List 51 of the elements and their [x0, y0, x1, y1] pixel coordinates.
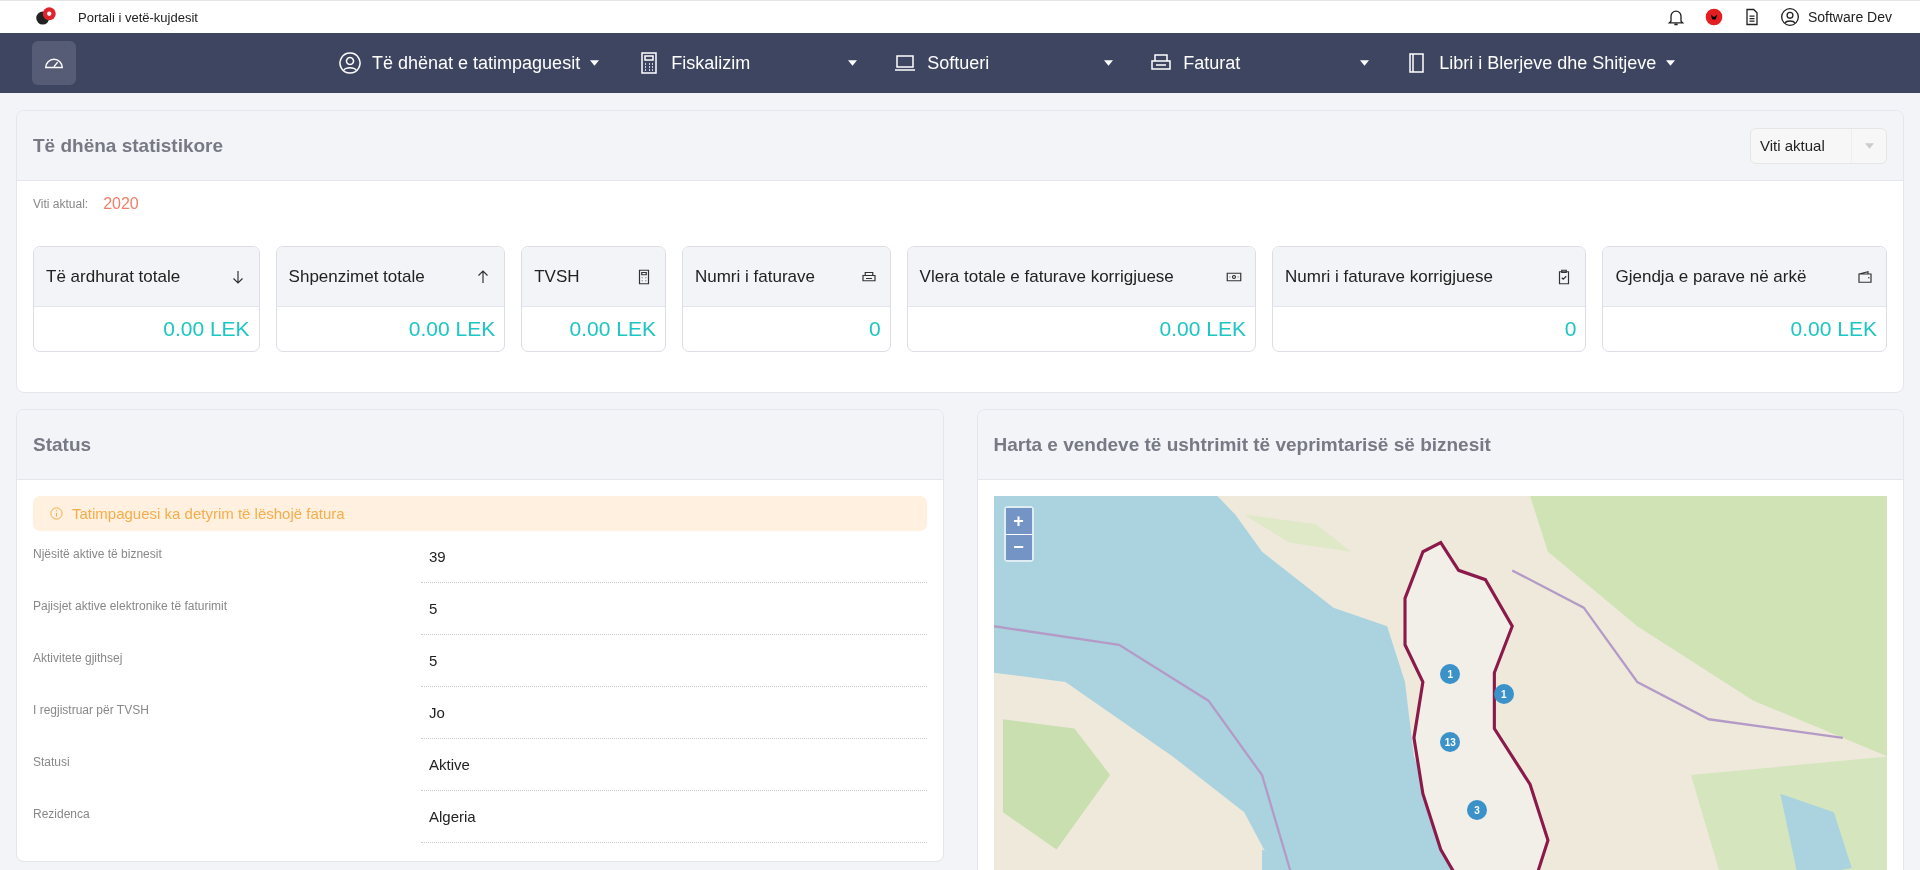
stat-value: 0.00 LEK	[1158, 316, 1247, 342]
flag-icon[interactable]	[1703, 7, 1724, 27]
year-label: Viti aktual:	[33, 196, 89, 211]
nav-menu[interactable]: Faturat	[1149, 51, 1370, 75]
stat-value: 0.00 LEK	[568, 316, 657, 342]
field-label: Njësitë aktive të biznesit	[33, 547, 163, 563]
info-icon	[49, 506, 64, 521]
field-value: 5	[421, 635, 927, 687]
caret-icon	[590, 60, 600, 66]
nav-menu[interactable]: Të dhënat e tatimpaguesit	[338, 51, 600, 75]
field-label: Pajisjet aktive elektronike të faturimit	[33, 599, 229, 615]
card-title: Harta e vendeve të ushtrimit të veprimtarisë së biznesit	[993, 433, 1491, 456]
year-value: 2020	[103, 194, 139, 213]
stat-value: 0.00 LEK	[162, 316, 251, 342]
nav-menu[interactable]: Fiskalizim	[637, 51, 858, 75]
stat-label: Gjendja e parave në arkë	[1615, 266, 1807, 287]
stat-value: 0.00 LEK	[1789, 316, 1878, 342]
field-label: I regjistruar për TVSH	[33, 703, 150, 719]
nav-menu[interactable]: Libri i Blerjeve dhe Shitjeve	[1405, 51, 1676, 75]
caret-icon	[1104, 60, 1114, 66]
user-menu[interactable]: Software Dev	[1779, 7, 1892, 27]
stat-label: Numri i faturave korrigjuese	[1285, 266, 1493, 287]
caret-icon	[1666, 60, 1676, 66]
field-label: Statusi	[33, 755, 71, 771]
stat-value: 0	[867, 316, 882, 342]
caret-icon	[1864, 142, 1874, 149]
caret-icon	[1360, 60, 1370, 66]
stat-label: Vlera totale e faturave korrigjuese	[919, 266, 1174, 287]
portal-title: Portali i vetë-kujdesit	[78, 9, 198, 25]
card-title: Status	[33, 433, 92, 456]
year-select[interactable]: Viti aktual	[1750, 127, 1887, 164]
stat-label: Të ardhurat totale	[46, 266, 181, 287]
card-title: Të dhëna statistikore	[33, 134, 224, 157]
field-value: 5	[421, 583, 927, 635]
nav-menu[interactable]: Softueri	[893, 51, 1114, 75]
stat-label: Numri i faturave	[694, 266, 815, 287]
field-label: Aktivitete gjithsej	[33, 651, 124, 667]
field-value: Jo	[421, 687, 927, 739]
stat-value: 0.00 LEK	[407, 316, 497, 342]
field-value: 39	[421, 531, 927, 583]
field-value: Algeria	[421, 791, 927, 843]
field-label: Rezidenca	[33, 807, 91, 823]
person-icon	[1779, 7, 1800, 27]
caret-icon	[848, 60, 858, 66]
person-icon	[338, 51, 362, 75]
stat-value: 0	[1563, 316, 1578, 342]
stat-label: Shpenzimet totale	[288, 266, 425, 287]
dashboard-button[interactable]	[32, 41, 76, 85]
field-value: Aktive	[421, 739, 927, 791]
alert-text: Tatimpaguesi ka detyrim të lëshojë fatura	[72, 505, 345, 522]
stat-label: TVSH	[534, 266, 580, 287]
